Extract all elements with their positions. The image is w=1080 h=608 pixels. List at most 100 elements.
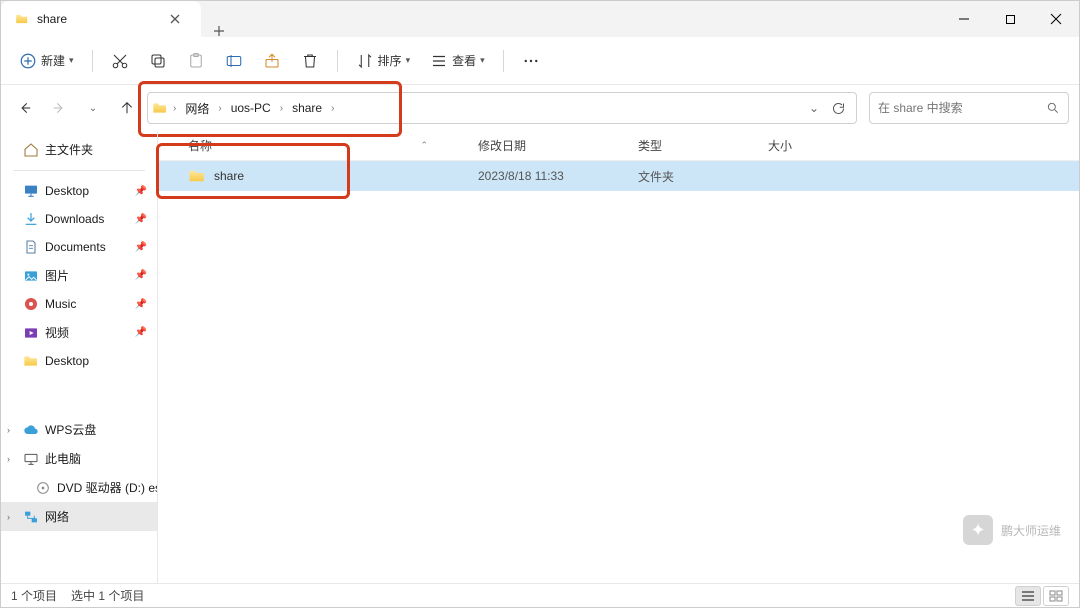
rename-button[interactable] (217, 46, 251, 76)
close-icon (1050, 13, 1062, 25)
minimize-button[interactable] (941, 1, 987, 37)
nav-row: ⌄ › 网络 › uos-PC › share › ⌄ (1, 85, 1079, 131)
thumbnails-view-button[interactable] (1043, 586, 1069, 606)
new-icon (19, 52, 37, 70)
column-label: 类型 (638, 137, 662, 154)
pin-icon: 📌 (135, 270, 147, 281)
chevron-right-icon[interactable]: › (7, 425, 10, 435)
file-date: 2023/8/18 11:33 (468, 169, 628, 183)
list-icon (1021, 590, 1035, 602)
refresh-button[interactable] (831, 101, 846, 116)
sidebar-item-videos[interactable]: 视频 📌 (1, 318, 157, 347)
sidebar-item-dvd[interactable]: DVD 驱动器 (D:) es (1, 473, 157, 502)
breadcrumb-segment-network[interactable]: 网络 (181, 96, 213, 121)
file-name: share (214, 169, 244, 183)
separator (503, 50, 504, 72)
folder-icon (23, 353, 39, 369)
cloud-icon (23, 422, 39, 438)
arrow-left-icon (18, 101, 32, 115)
folder-icon (188, 167, 206, 185)
breadcrumb-segment-folder[interactable]: share (288, 97, 326, 119)
column-label: 修改日期 (478, 137, 526, 154)
tab-close-button[interactable] (163, 7, 187, 31)
new-button[interactable]: 新建 ▾ (11, 46, 82, 76)
computer-icon (23, 451, 39, 467)
sidebar-item-documents[interactable]: Documents 📌 (1, 233, 157, 261)
video-icon (23, 325, 39, 341)
chevron-right-icon[interactable]: › (7, 512, 10, 522)
forward-button[interactable] (45, 94, 73, 122)
minimize-icon (958, 13, 970, 25)
close-button[interactable] (1033, 1, 1079, 37)
details-view-button[interactable] (1015, 586, 1041, 606)
sidebar-item-pictures[interactable]: 图片 📌 (1, 261, 157, 290)
chevron-right-icon[interactable]: › (330, 103, 335, 114)
up-button[interactable] (113, 94, 141, 122)
chevron-right-icon[interactable]: › (279, 103, 284, 114)
window-controls (941, 1, 1079, 37)
column-label: 大小 (768, 137, 792, 154)
pin-icon: 📌 (135, 214, 147, 225)
folder-icon (15, 12, 29, 26)
sidebar-item-label: 图片 (45, 267, 69, 284)
pin-icon: 📌 (135, 186, 147, 197)
copy-button[interactable] (141, 46, 175, 76)
search-box[interactable] (869, 92, 1069, 124)
sidebar-item-thispc[interactable]: › 此电脑 (1, 444, 157, 473)
sidebar-item-label: Desktop (45, 184, 89, 198)
paste-button[interactable] (179, 46, 213, 76)
spacer (1, 375, 157, 415)
column-header-name[interactable]: 名称⌃ (178, 131, 468, 160)
column-header-type[interactable]: 类型 (628, 131, 758, 160)
cut-button[interactable] (103, 46, 137, 76)
breadcrumb-segment-host[interactable]: uos-PC (227, 97, 275, 119)
sidebar-item-downloads[interactable]: Downloads 📌 (1, 205, 157, 233)
window: share 新建 ▾ (0, 0, 1080, 608)
sidebar-item-desktop2[interactable]: Desktop (1, 347, 157, 375)
column-label: 名称 (188, 137, 212, 154)
plus-icon (213, 25, 225, 37)
sidebar-item-home[interactable]: 主文件夹 (1, 135, 157, 164)
titlebar-drag-area[interactable] (237, 1, 941, 37)
sidebar-item-label: 网络 (45, 508, 69, 525)
new-tab-button[interactable] (201, 25, 237, 37)
more-button[interactable] (514, 46, 548, 76)
separator (13, 170, 145, 171)
sidebar-item-label: 主文件夹 (45, 141, 93, 158)
recent-button[interactable]: ⌄ (79, 94, 107, 122)
search-input[interactable] (878, 101, 1046, 115)
sort-button[interactable]: 排序 ▾ (348, 46, 419, 76)
chevron-right-icon[interactable]: › (217, 103, 222, 114)
sidebar: 主文件夹 Desktop 📌 Downloads 📌 Documents 📌 图… (1, 131, 157, 583)
arrow-up-icon (120, 101, 134, 115)
list-item[interactable]: share 2023/8/18 11:33 文件夹 (158, 161, 1079, 191)
delete-button[interactable] (293, 46, 327, 76)
column-header-date[interactable]: 修改日期 (468, 131, 628, 160)
sidebar-item-label: Music (45, 297, 76, 311)
pin-icon: 📌 (135, 299, 147, 310)
document-icon (23, 239, 39, 255)
sidebar-item-label: 此电脑 (45, 450, 81, 467)
address-bar[interactable]: › 网络 › uos-PC › share › ⌄ (147, 92, 857, 124)
column-header-size[interactable]: 大小 (758, 131, 858, 160)
sidebar-item-network[interactable]: › 网络 (1, 502, 157, 531)
share-button[interactable] (255, 46, 289, 76)
chevron-down-icon[interactable]: ⌄ (809, 101, 819, 115)
addressbar-actions: ⌄ (809, 101, 852, 116)
sidebar-item-label: Desktop (45, 354, 89, 368)
status-count: 1 个项目 (11, 587, 57, 604)
download-icon (23, 211, 39, 227)
ellipsis-icon (522, 52, 540, 70)
sidebar-item-label: Downloads (45, 212, 104, 226)
file-list[interactable]: share 2023/8/18 11:33 文件夹 (158, 161, 1079, 583)
sidebar-item-wps[interactable]: › WPS云盘 (1, 415, 157, 444)
maximize-button[interactable] (987, 1, 1033, 37)
view-button[interactable]: 查看 ▾ (422, 46, 493, 76)
sidebar-item-desktop[interactable]: Desktop 📌 (1, 177, 157, 205)
new-label: 新建 (41, 52, 65, 69)
back-button[interactable] (11, 94, 39, 122)
tab-current[interactable]: share (1, 1, 201, 37)
chevron-right-icon[interactable]: › (172, 103, 177, 114)
chevron-right-icon[interactable]: › (7, 454, 10, 464)
sidebar-item-music[interactable]: Music 📌 (1, 290, 157, 318)
